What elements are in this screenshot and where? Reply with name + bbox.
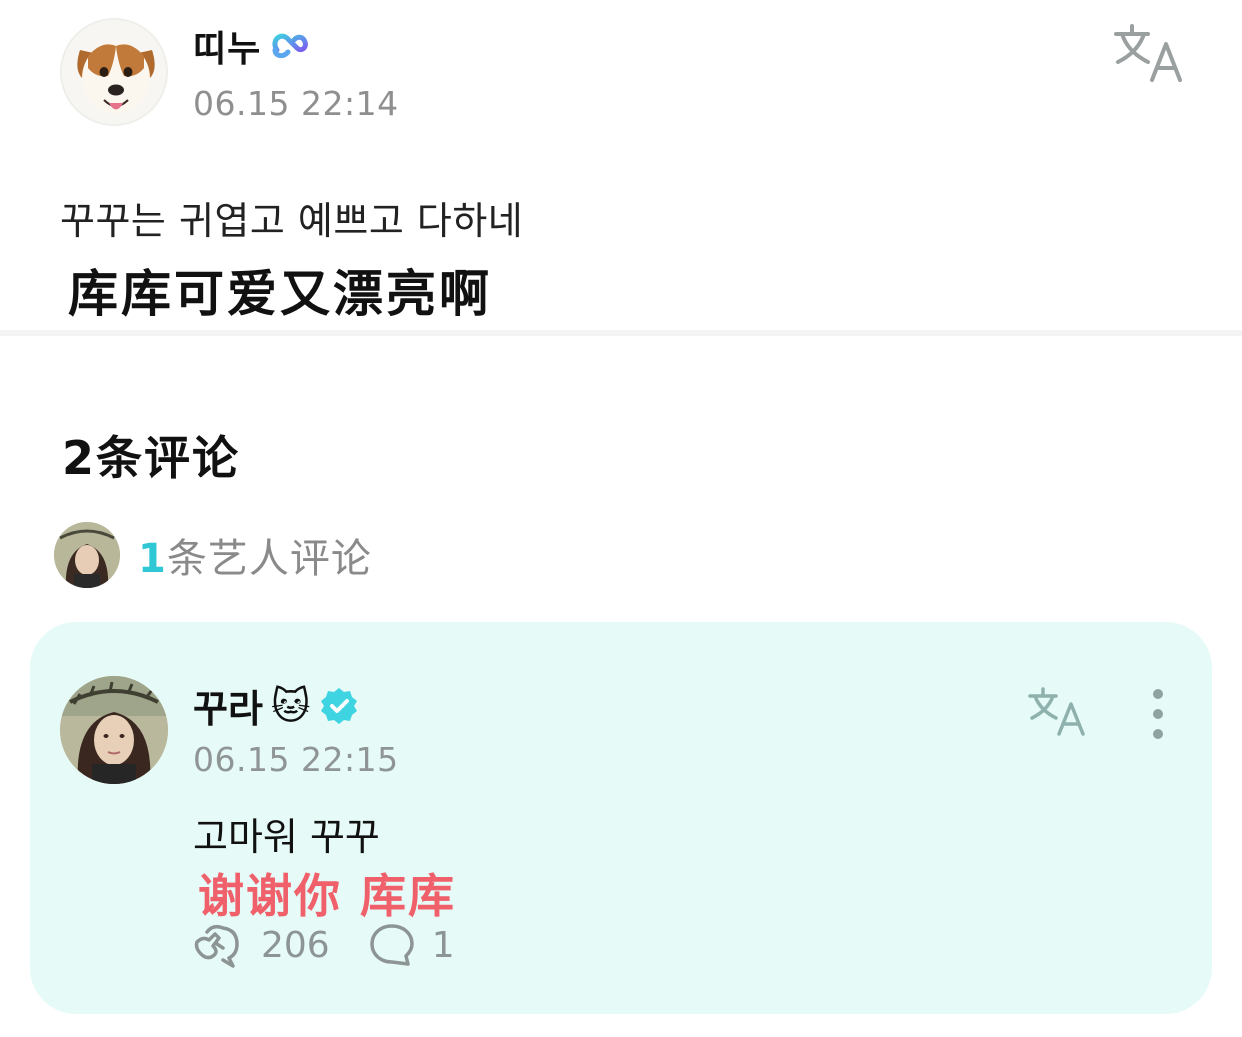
like-count: 206 bbox=[261, 924, 330, 966]
artist-avatar-image bbox=[60, 676, 168, 784]
translate-icon[interactable] bbox=[1112, 22, 1188, 86]
artist-comments-count: 1 bbox=[138, 536, 167, 582]
reply-button[interactable]: 1 bbox=[368, 922, 455, 968]
comment-bubble-icon bbox=[369, 924, 414, 966]
comments-count-title: 2条评论 bbox=[62, 431, 241, 485]
comment-text-chinese: 谢谢你 库库 bbox=[198, 869, 457, 923]
artist-comment-card[interactable]: 꾸라 🐱 06.15 22:15 고마워 꾸꾸 谢谢你 库库 206 1 bbox=[30, 622, 1212, 1014]
comment-translate-icon[interactable] bbox=[1026, 686, 1090, 738]
artist-comments-summary[interactable]: 1条艺人评论 bbox=[54, 522, 372, 588]
comment-author-row: 꾸라 🐱 bbox=[193, 678, 359, 733]
cheer-like-icon bbox=[194, 924, 239, 968]
artist-avatar-image bbox=[54, 522, 120, 588]
post-author-row: 띠누 bbox=[193, 20, 313, 72]
verified-badge-icon bbox=[320, 687, 357, 724]
post-text-chinese: 库库可爱又漂亮啊 bbox=[68, 265, 492, 323]
section-divider bbox=[0, 330, 1242, 336]
artist-comments-label: 1条艺人评论 bbox=[138, 526, 372, 584]
weverse-infinity-badge-icon bbox=[272, 33, 309, 59]
post-timestamp: 06.15 22:14 bbox=[193, 84, 399, 123]
cat-emoji: 🐱 bbox=[270, 683, 311, 728]
post-author-avatar[interactable] bbox=[60, 18, 168, 126]
like-button[interactable]: 206 bbox=[193, 922, 330, 968]
comment-author-name[interactable]: 꾸라 bbox=[193, 678, 263, 733]
comment-timestamp: 06.15 22:15 bbox=[193, 740, 399, 779]
reply-count: 1 bbox=[431, 924, 455, 966]
more-options-icon[interactable] bbox=[1142, 688, 1174, 740]
post-author-name[interactable]: 띠누 bbox=[193, 20, 261, 72]
artist-small-avatar bbox=[54, 522, 120, 588]
dog-avatar-image bbox=[62, 20, 166, 124]
post-detail-page: 띠누 06.15 22:14 꾸꾸는 귀엽고 예쁘고 다하네 库库可爱又漂亮啊 bbox=[0, 0, 1242, 1037]
comment-actions: 206 1 bbox=[193, 922, 493, 968]
artist-comments-text: 条艺人评论 bbox=[166, 536, 372, 582]
comment-text-korean: 고마워 꾸꾸 bbox=[193, 815, 380, 859]
post-text-korean: 꾸꾸는 귀엽고 예쁘고 다하네 bbox=[60, 199, 524, 243]
comment-author-avatar[interactable] bbox=[60, 676, 168, 784]
